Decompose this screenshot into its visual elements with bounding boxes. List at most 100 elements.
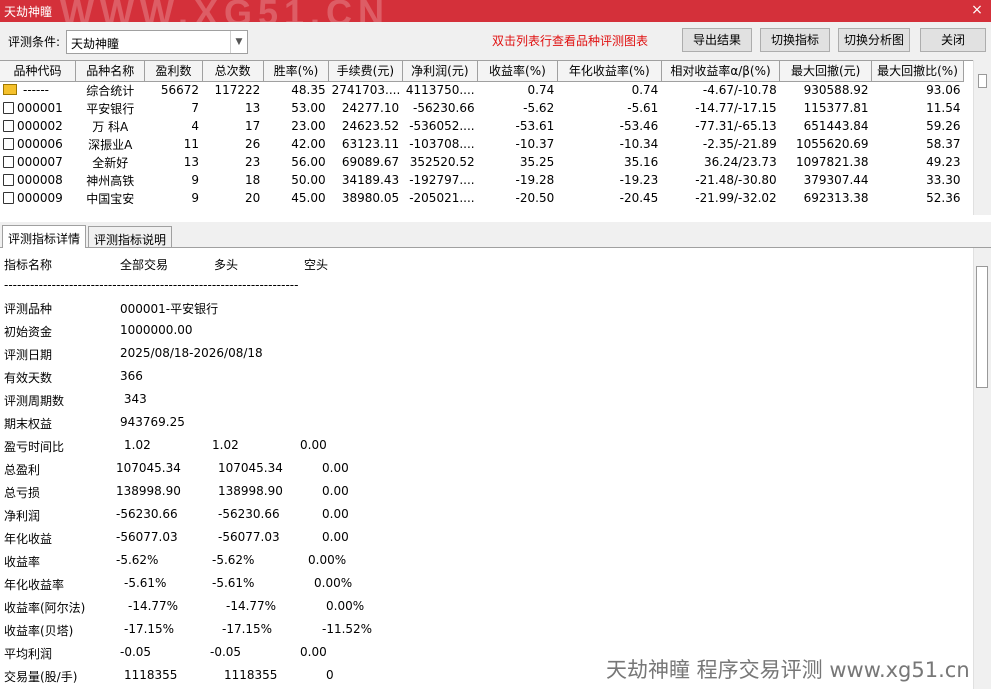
cell-value: 1097821.38 (796, 155, 869, 169)
metric-short: 0.00 (300, 645, 327, 659)
column-header[interactable]: 品种名称 (75, 61, 146, 82)
cell-value: 50.00 (291, 173, 326, 187)
cell-value: -20.45 (619, 191, 659, 205)
column-header[interactable]: 品种代码 (0, 61, 77, 82)
cell-value: -5.61 (627, 101, 659, 115)
metric-all: -0.05 (120, 645, 152, 659)
chevron-down-icon[interactable]: ▼ (230, 31, 247, 53)
cell-value: 115377.81 (803, 101, 869, 115)
cell-code-text: 000001 (17, 101, 63, 115)
cell-value: 4113750.... (405, 83, 475, 98)
cell-code-text: 000007 (17, 155, 63, 169)
column-header[interactable]: 相对收益率α/β(%) (661, 61, 781, 82)
info-label: 评测周期数 (4, 394, 65, 408)
cell-value: 23 (245, 155, 261, 169)
info-value: 943769.25 (120, 415, 185, 429)
metric-short: 0.00% (308, 553, 347, 567)
info-label: 初始资金 (4, 325, 53, 339)
cell-code: ------ (0, 81, 76, 99)
cell-value: -192797.... (409, 173, 475, 187)
column-header[interactable]: 胜率(%) (263, 61, 330, 82)
document-icon (3, 138, 14, 150)
cell-value: 24623.52 (341, 119, 400, 133)
close-button[interactable]: 关闭 (920, 28, 986, 52)
cell-value: 4 (191, 119, 200, 133)
metric-short: 0.00 (322, 484, 349, 498)
metric-long: -0.05 (210, 645, 242, 659)
cell-name: 全新好 (92, 155, 129, 170)
table-row[interactable]: 000007 全新好 13 23 56.00 69089.67 352520.52 35.25… (0, 153, 964, 171)
tab-bar: 评测指标详情 评测指标说明 (0, 222, 991, 248)
info-value: 1000000.00 (120, 323, 193, 337)
cell-code-text: 000002 (17, 119, 63, 133)
cell-value: 930588.92 (803, 83, 869, 98)
metric-all: -17.15% (124, 622, 175, 636)
document-icon (3, 156, 14, 168)
table-row[interactable]: 000006 深振业A 11 26 42.00 63123.11 -103708.... -1… (0, 135, 964, 153)
metric-short: 0.00 (322, 507, 349, 521)
info-label: 期末权益 (4, 417, 53, 431)
document-icon (3, 174, 14, 186)
metric-label: 收益率(贝塔) (4, 624, 74, 638)
metric-long: 107045.34 (218, 461, 283, 475)
detail-scrollbar[interactable] (973, 248, 991, 689)
cell-value: -21.99/-32.02 (695, 191, 777, 205)
cell-value: 34189.43 (341, 173, 400, 187)
cell-value: 36.24/23.73 (703, 155, 777, 169)
condition-value: 天劫神瞳 (71, 37, 120, 51)
table-row[interactable]: 000008 神州高铁 9 18 50.00 34189.43 -192797.... -19… (0, 171, 964, 189)
switch-chart-button[interactable]: 切换分析图 (838, 28, 910, 52)
cell-code-text: 000008 (17, 173, 63, 187)
metric-label: 年化收益 (4, 532, 53, 546)
column-header[interactable]: 净利润(元) (402, 61, 479, 82)
metric-label: 平均利润 (4, 647, 53, 661)
cell-code-text: 000009 (17, 191, 63, 205)
separator-line: ----------------------------------------… (4, 278, 299, 292)
condition-label: 评测条件: (8, 35, 61, 49)
cell-name: 平安银行 (86, 101, 135, 116)
cell-value: -205021.... (409, 191, 475, 205)
cell-name: 神州高铁 (86, 173, 135, 188)
export-button[interactable]: 导出结果 (682, 28, 752, 52)
cell-code: 000008 (0, 171, 76, 189)
scrollbar-thumb[interactable] (978, 74, 987, 88)
condition-select[interactable]: 天劫神瞳 ▼ (66, 30, 248, 54)
document-icon (3, 192, 14, 204)
scrollbar-thumb[interactable] (976, 266, 988, 388)
summary-folder-icon (3, 84, 17, 96)
metric-long: -56230.66 (218, 507, 280, 521)
column-header[interactable]: 最大回撤(元) (779, 61, 873, 82)
close-icon[interactable]: × (969, 2, 985, 18)
column-header[interactable]: 年化收益率(%) (557, 61, 662, 82)
table-row[interactable]: 000002 万 科A 4 17 23.00 24623.52 -536052.... -53… (0, 117, 964, 135)
cell-value: 59.26 (926, 119, 961, 133)
metric-label: 净利润 (4, 509, 41, 523)
metric-label: 盈亏时间比 (4, 440, 65, 454)
column-header[interactable]: 总次数 (202, 61, 264, 82)
cell-value: 11 (183, 137, 200, 151)
cell-value: 33.30 (926, 173, 961, 187)
table-row[interactable]: 000009 中国宝安 9 20 45.00 38980.05 -205021.... -20… (0, 189, 964, 207)
cell-value: 69089.67 (341, 155, 400, 169)
cell-value: -10.37 (515, 137, 555, 151)
column-header[interactable]: 手续费(元) (328, 61, 403, 82)
cell-value: 9 (191, 173, 200, 187)
cell-value: 17 (245, 119, 261, 133)
cell-value: 52.36 (926, 191, 961, 205)
metric-short: 0.00% (326, 599, 365, 613)
info-label: 有效天数 (4, 371, 53, 385)
metric-all: 138998.90 (116, 484, 181, 498)
column-header[interactable]: 最大回撤比(%) (871, 61, 964, 82)
cell-value: 48.35 (291, 83, 326, 98)
tab-indicator-detail[interactable]: 评测指标详情 (2, 225, 87, 248)
switch-indicator-button[interactable]: 切换指标 (760, 28, 830, 52)
table-scrollbar[interactable] (973, 60, 991, 215)
table-row[interactable]: 000001 平安银行 7 13 53.00 24277.10 -56230.66 -5.62… (0, 99, 964, 117)
cell-value: 42.00 (291, 137, 326, 151)
tab-indicator-description[interactable]: 评测指标说明 (88, 226, 173, 247)
window-title: 天劫神瞳 (4, 5, 53, 19)
table-row[interactable]: ------ 综合统计 56672 117222 48.35 2741703.... 411… (0, 81, 964, 99)
metric-short: 0.00% (314, 576, 353, 590)
column-header[interactable]: 盈利数 (144, 61, 203, 82)
column-header[interactable]: 收益率(%) (477, 61, 558, 82)
